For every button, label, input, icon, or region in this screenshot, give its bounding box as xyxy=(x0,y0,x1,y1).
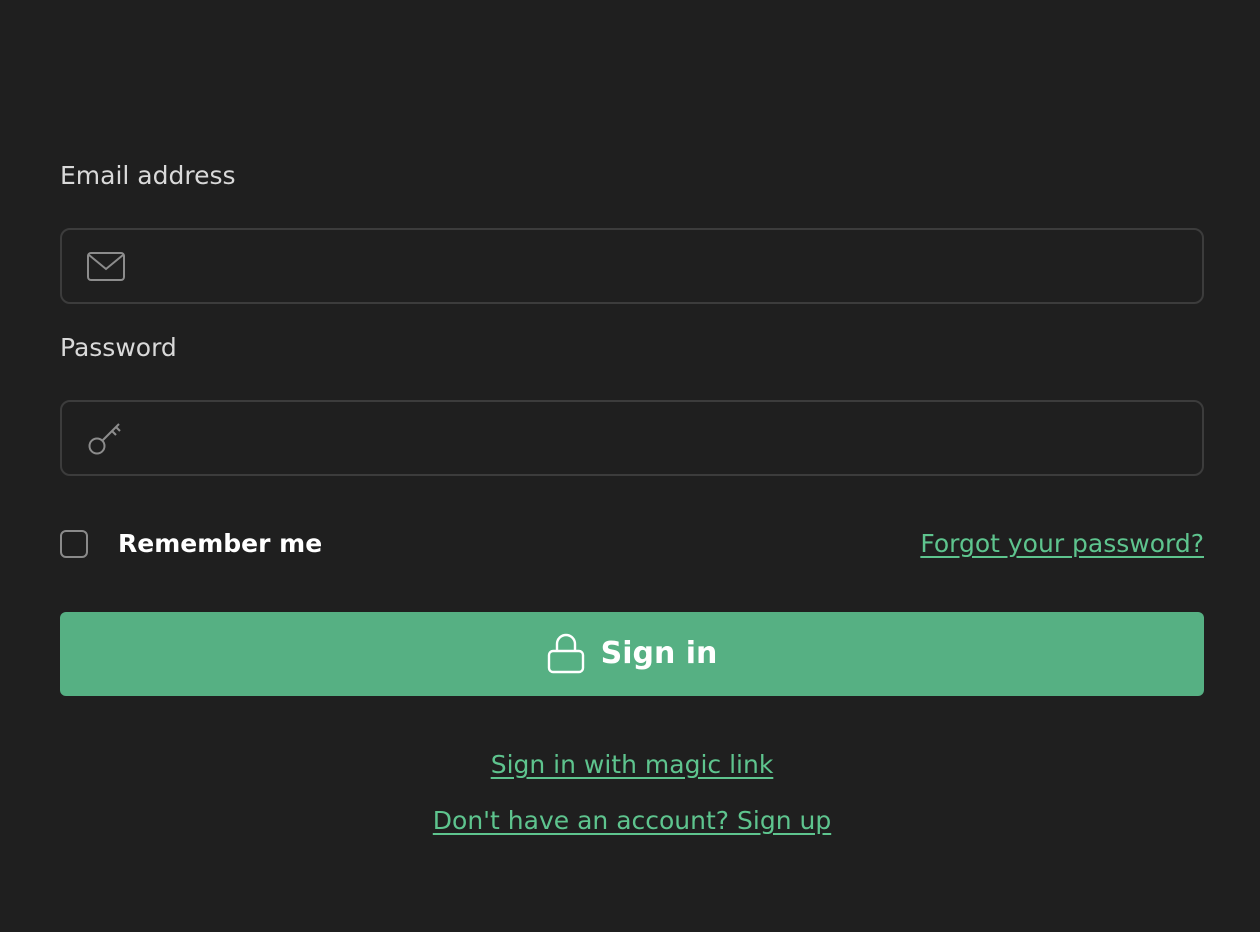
remember-me-label[interactable]: Remember me xyxy=(118,528,322,560)
email-input[interactable] xyxy=(142,230,1182,302)
lock-icon xyxy=(547,633,584,674)
forgot-password-link[interactable]: Forgot your password? xyxy=(920,528,1204,560)
sign-up-link[interactable]: Don't have an account? Sign up xyxy=(433,806,831,835)
key-icon xyxy=(88,423,121,455)
email-label: Email address xyxy=(60,161,236,190)
remember-me[interactable]: Remember me xyxy=(60,528,322,560)
password-input[interactable] xyxy=(142,402,1182,474)
magic-link-row: Sign in with magic link xyxy=(60,749,1204,781)
magic-link[interactable]: Sign in with magic link xyxy=(491,750,774,779)
password-field-container[interactable] xyxy=(60,400,1204,476)
email-field-container[interactable] xyxy=(60,228,1204,304)
signup-link-row: Don't have an account? Sign up xyxy=(60,805,1204,837)
sign-in-form: Email address Password Remember me Forgo… xyxy=(60,0,1204,932)
password-label: Password xyxy=(60,333,177,362)
remember-me-checkbox[interactable] xyxy=(60,530,88,558)
mail-icon xyxy=(87,252,125,281)
sign-in-label: Sign in xyxy=(600,636,718,671)
sign-in-button[interactable]: Sign in xyxy=(60,612,1204,696)
